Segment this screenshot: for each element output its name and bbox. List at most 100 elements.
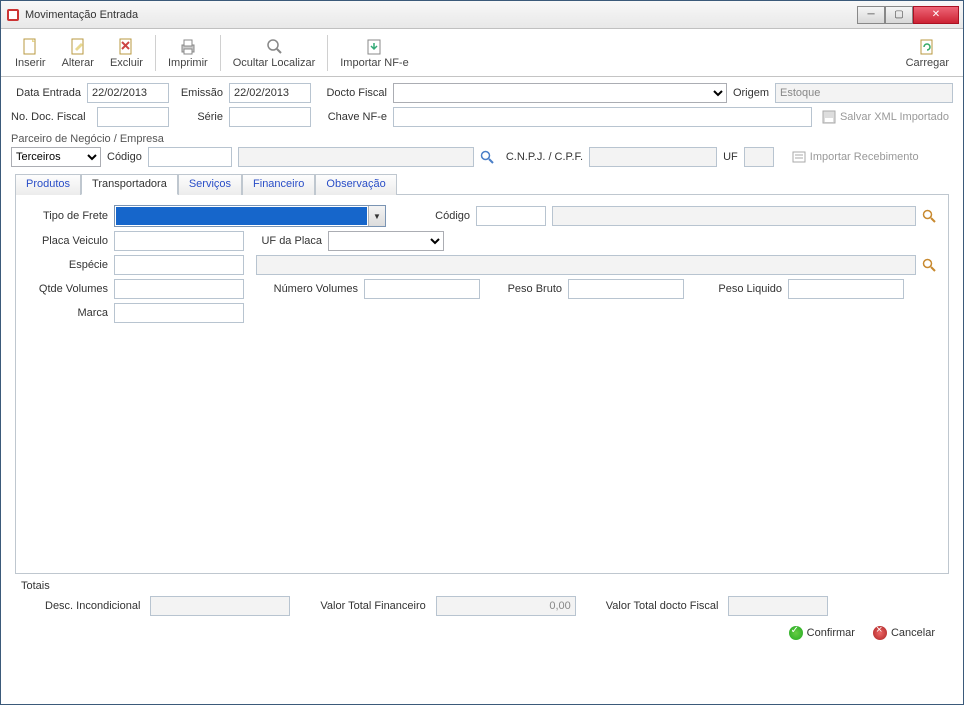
toolbar-separator (220, 35, 221, 71)
footer: Confirmar Cancelar (11, 616, 953, 652)
alterar-button[interactable]: Alterar (54, 35, 102, 71)
importar-nfe-label: Importar NF-e (340, 57, 408, 69)
origem-label: Origem (733, 87, 769, 99)
desc-incondicional-label: Desc. Incondicional (45, 600, 140, 612)
desc-incondicional-input (150, 596, 290, 616)
toolbar: Inserir Alterar Excluir Imprimir Ocultar… (1, 29, 963, 77)
titlebar: Movimentação Entrada ─ ▢ ✕ (1, 1, 963, 29)
totals-label: Totais (15, 580, 949, 592)
ocultar-localizar-button[interactable]: Ocultar Localizar (225, 35, 324, 71)
marca-label: Marca (28, 307, 108, 319)
data-entrada-label: Data Entrada (11, 87, 81, 99)
docto-fiscal-select[interactable] (393, 83, 727, 103)
tab-transportadora[interactable]: Transportadora (81, 174, 178, 195)
window-title: Movimentação Entrada (25, 9, 857, 21)
edit-doc-icon (68, 37, 88, 57)
marca-input[interactable] (114, 303, 244, 323)
ocultar-localizar-label: Ocultar Localizar (233, 57, 316, 69)
salvar-xml-label: Salvar XML Importado (840, 111, 949, 123)
carregar-button[interactable]: Carregar (898, 35, 957, 71)
especie-search-icon[interactable] (922, 258, 936, 272)
cnpj-input (589, 147, 717, 167)
qtde-volumes-label: Qtde Volumes (28, 283, 108, 295)
cnpj-label: C.N.P.J. / C.P.F. (506, 151, 583, 163)
transp-search-icon[interactable] (922, 209, 936, 223)
print-icon (178, 37, 198, 57)
uf-label: UF (723, 151, 738, 163)
parceiro-search-icon[interactable] (480, 150, 494, 164)
tipo-frete-value (116, 207, 367, 225)
reload-icon (917, 37, 937, 57)
peso-liquido-label: Peso Liquido (690, 283, 782, 295)
origem-input (775, 83, 953, 103)
peso-bruto-label: Peso Bruto (486, 283, 562, 295)
carregar-label: Carregar (906, 57, 949, 69)
parceiro-tipo-select[interactable]: Terceiros (11, 147, 101, 167)
import-list-icon (792, 150, 806, 164)
search-icon (264, 37, 284, 57)
serie-input[interactable] (229, 107, 311, 127)
parceiro-codigo-label: Código (107, 151, 142, 163)
transp-codigo-input[interactable] (476, 206, 546, 226)
uf-placa-label: UF da Placa (250, 235, 322, 247)
valor-total-docto-input (728, 596, 828, 616)
tab-produtos[interactable]: Produtos (15, 174, 81, 195)
docto-fiscal-label: Docto Fiscal (317, 87, 387, 99)
chave-nfe-label: Chave NF-e (317, 111, 387, 123)
especie-input[interactable] (114, 255, 244, 275)
new-doc-icon (20, 37, 40, 57)
peso-liquido-input[interactable] (788, 279, 904, 299)
especie-desc-input (256, 255, 916, 275)
valor-total-financeiro-input (436, 596, 576, 616)
parceiro-nome-input (238, 147, 474, 167)
parceiro-codigo-input[interactable] (148, 147, 232, 167)
cancel-icon (873, 626, 887, 640)
importar-recebimento-button[interactable]: Importar Recebimento (788, 147, 923, 167)
imprimir-button[interactable]: Imprimir (160, 35, 216, 71)
tab-financeiro[interactable]: Financeiro (242, 174, 315, 195)
minimize-button[interactable]: ─ (857, 6, 885, 24)
salvar-xml-button[interactable]: Salvar XML Importado (818, 107, 953, 127)
ok-icon (789, 626, 803, 640)
cancelar-button[interactable]: Cancelar (867, 624, 941, 642)
emissao-input[interactable] (229, 83, 311, 103)
inserir-button[interactable]: Inserir (7, 35, 54, 71)
valor-total-docto-label: Valor Total docto Fiscal (606, 600, 719, 612)
tipo-frete-select[interactable]: ▼ (114, 205, 386, 227)
tipo-frete-label: Tipo de Frete (28, 210, 108, 222)
qtde-volumes-input[interactable] (114, 279, 244, 299)
peso-bruto-input[interactable] (568, 279, 684, 299)
import-icon (364, 37, 384, 57)
excluir-label: Excluir (110, 57, 143, 69)
transp-codigo-label: Código (392, 210, 470, 222)
numero-volumes-label: Número Volumes (250, 283, 358, 295)
data-entrada-input[interactable] (87, 83, 169, 103)
main-window: Movimentação Entrada ─ ▢ ✕ Inserir Alter… (0, 0, 964, 705)
parceiro-group-label: Parceiro de Negócio / Empresa (11, 133, 953, 145)
importar-recebimento-label: Importar Recebimento (810, 151, 919, 163)
uf-placa-select[interactable] (328, 231, 444, 251)
header-form: Data Entrada Emissão Docto Fiscal Origem… (1, 77, 963, 654)
confirmar-button[interactable]: Confirmar (783, 624, 861, 642)
excluir-button[interactable]: Excluir (102, 35, 151, 71)
no-doc-input[interactable] (97, 107, 169, 127)
emissao-label: Emissão (175, 87, 223, 99)
toolbar-separator (327, 35, 328, 71)
tab-observacao[interactable]: Observação (315, 174, 396, 195)
tab-servicos[interactable]: Serviços (178, 174, 242, 195)
imprimir-label: Imprimir (168, 57, 208, 69)
uf-input (744, 147, 774, 167)
no-doc-label: No. Doc. Fiscal (11, 111, 91, 123)
toolbar-separator (155, 35, 156, 71)
placa-input[interactable] (114, 231, 244, 251)
transp-nome-input (552, 206, 916, 226)
delete-doc-icon (116, 37, 136, 57)
maximize-button[interactable]: ▢ (885, 6, 913, 24)
totals-group: Totais Desc. Incondicional Valor Total F… (15, 580, 949, 616)
chave-nfe-input[interactable] (393, 107, 812, 127)
close-button[interactable]: ✕ (913, 6, 959, 24)
app-icon (5, 7, 21, 23)
chevron-down-icon[interactable]: ▼ (368, 206, 385, 226)
numero-volumes-input[interactable] (364, 279, 480, 299)
importar-nfe-button[interactable]: Importar NF-e (332, 35, 416, 71)
